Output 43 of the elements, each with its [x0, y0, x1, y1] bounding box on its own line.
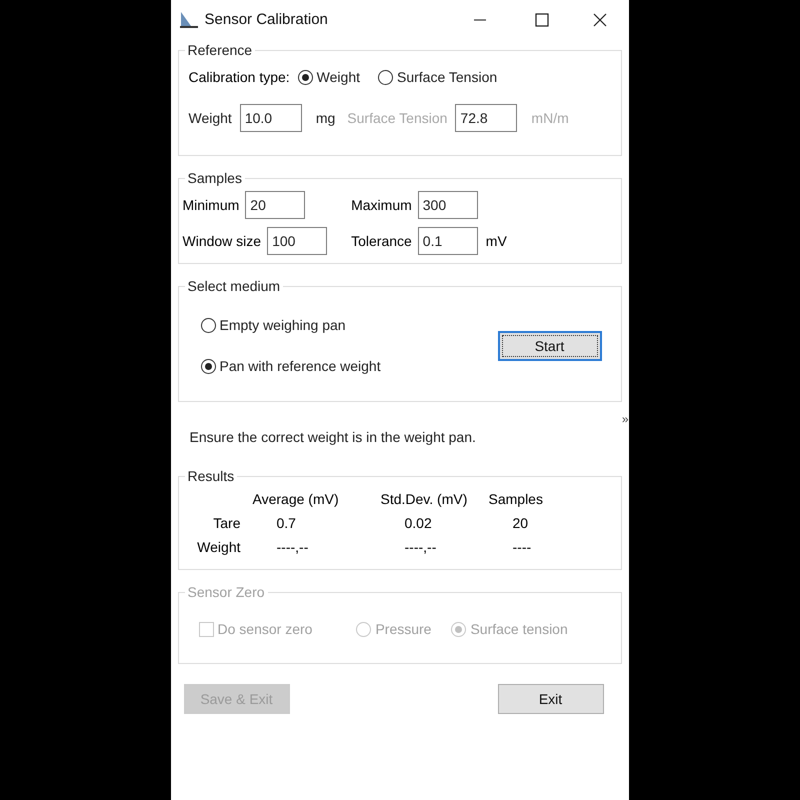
field-label: Window size	[182, 232, 262, 250]
app-logo-icon	[178, 11, 198, 29]
input-field[interactable]: 0.1	[418, 227, 478, 255]
column-header: Average (mV)	[252, 490, 340, 509]
unit-label: mV	[486, 232, 507, 250]
radio-button[interactable]: Surface Tension	[378, 67, 498, 88]
field-label: Calibration type:	[188, 68, 290, 87]
input-field[interactable]: 100	[267, 227, 328, 255]
expand-glyph[interactable]: »	[622, 413, 628, 425]
maximize-icon[interactable]	[534, 13, 548, 27]
input-field[interactable]: 20	[245, 191, 306, 219]
group-title: Sensor Zero	[186, 583, 266, 602]
row-label: Tare	[212, 514, 240, 533]
input-field[interactable]: 300	[418, 191, 478, 219]
field-label: Minimum	[182, 196, 240, 214]
exit-button[interactable]: Exit	[498, 684, 604, 714]
field-label: Surface Tension	[347, 108, 448, 128]
group-title: Select medium	[186, 277, 282, 296]
table-cell-text: 0.02	[404, 514, 433, 533]
table-cell-text: ----	[512, 538, 532, 557]
group-title: Results	[186, 467, 236, 486]
field-label: Tolerance	[351, 232, 412, 250]
row-label: Weight	[196, 538, 240, 557]
column-header: Samples	[488, 490, 544, 509]
radio-button[interactable]: Empty weighing pan	[200, 315, 381, 336]
table-cell-text: ----,--	[276, 538, 310, 557]
group-title: Samples	[186, 169, 243, 188]
radio-button[interactable]: Pan with reference weight	[200, 356, 381, 377]
table-cell-text: 0.7	[276, 514, 297, 533]
close-icon[interactable]	[592, 13, 606, 27]
group-title: Reference	[186, 41, 254, 60]
window-title: Sensor Calibration	[204, 10, 328, 30]
start-button[interactable]: Start	[498, 331, 602, 361]
table-cell-text: 20	[512, 514, 530, 533]
table-cell-text: ----,--	[404, 538, 438, 557]
field-label: Weight	[188, 108, 232, 128]
radio-button[interactable]: Weight	[298, 67, 360, 88]
input-field[interactable]: 10.0	[240, 104, 302, 132]
column-header: Std.Dev. (mV)	[380, 490, 468, 509]
field-label: Maximum	[351, 196, 412, 214]
unit-label: mN/m	[531, 108, 569, 128]
unit-label: mg	[316, 108, 336, 128]
instruction-text: Ensure the correct weight is in the weight pan.	[190, 428, 477, 447]
